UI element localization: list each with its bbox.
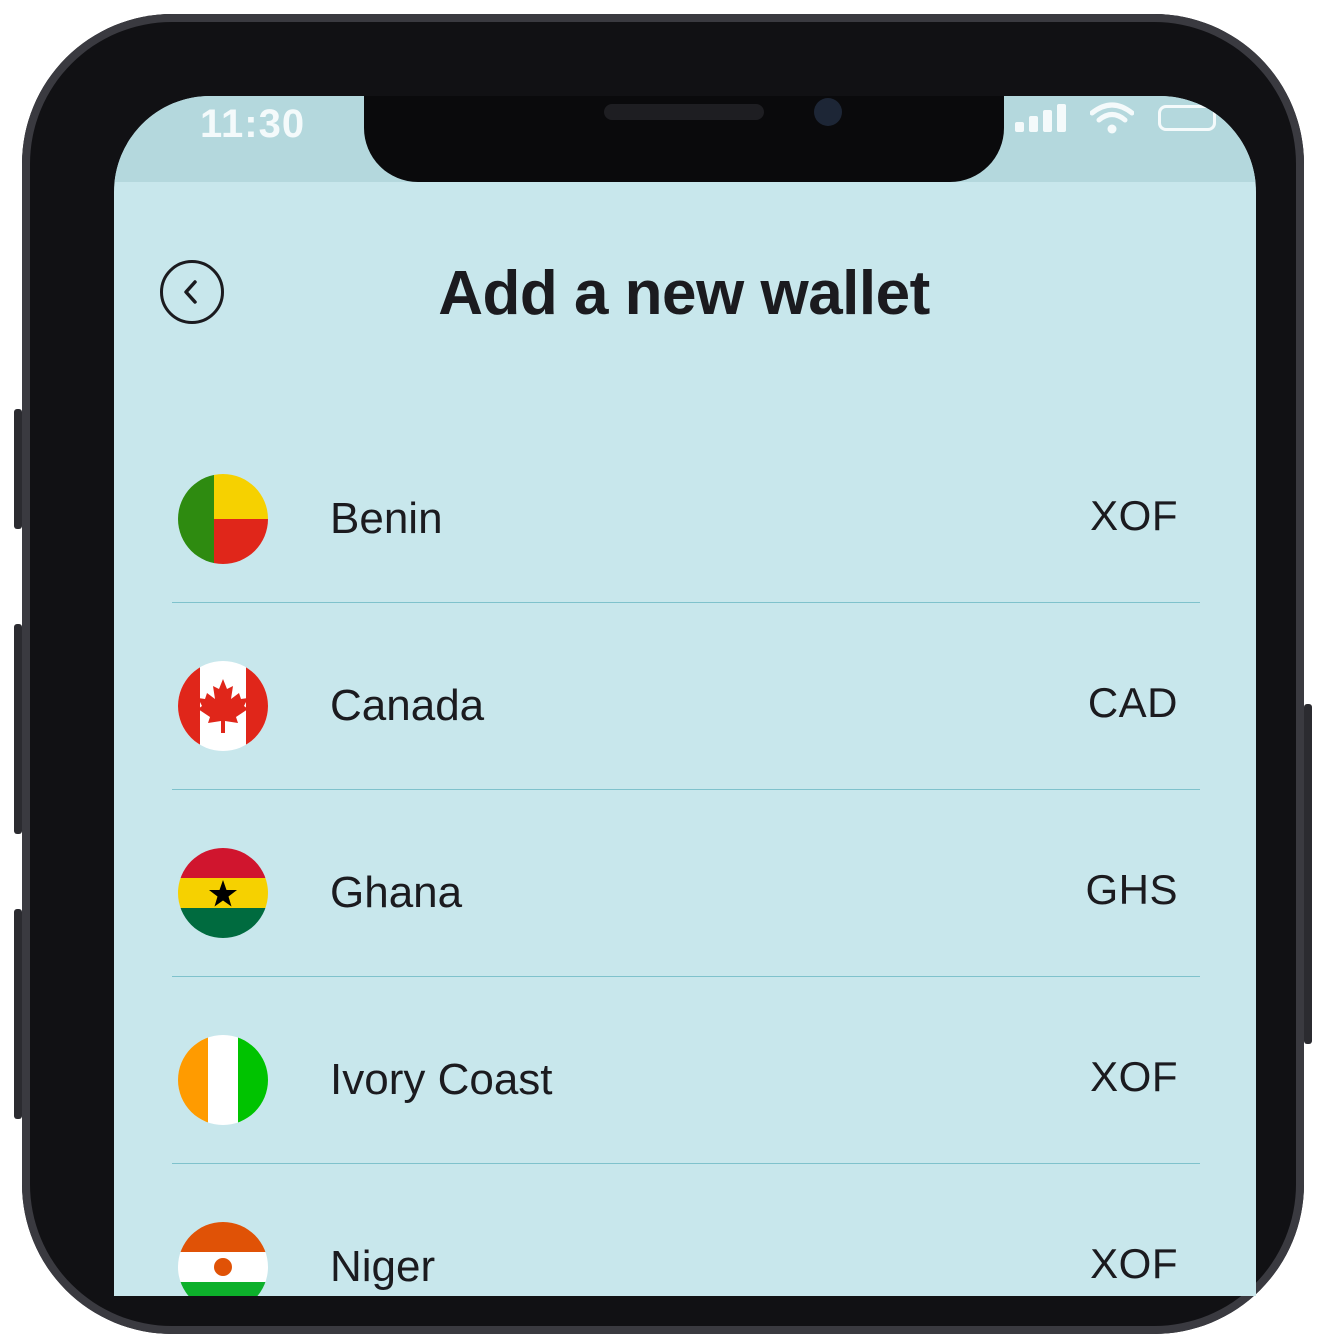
side-button	[14, 624, 22, 834]
country-name: Canada	[330, 681, 485, 730]
ivory-coast-flag-icon	[178, 1035, 268, 1125]
wifi-icon	[1090, 102, 1134, 134]
screen: 11:30 Add a new wallet Benin XOF Canada …	[114, 96, 1256, 1296]
wallet-row-ivory-coast[interactable]: Ivory Coast XOF	[172, 977, 1200, 1164]
side-button	[14, 409, 22, 529]
ghana-flag-icon	[178, 848, 268, 938]
country-name: Niger	[330, 1242, 436, 1291]
status-bar: 11:30	[114, 96, 1256, 182]
currency-code: XOF	[1090, 492, 1178, 539]
country-name: Ghana	[330, 868, 463, 917]
wallet-row-ghana[interactable]: Ghana GHS	[172, 790, 1200, 977]
camera	[814, 98, 842, 126]
status-time: 11:30	[200, 102, 306, 146]
canada-flag-icon	[178, 661, 268, 751]
wallet-row-niger[interactable]: Niger XOF	[172, 1164, 1200, 1296]
currency-code: XOF	[1090, 1240, 1178, 1287]
notch	[364, 96, 1004, 182]
side-button	[1304, 704, 1312, 1044]
currency-code: CAD	[1087, 679, 1178, 726]
country-name: Benin	[330, 494, 443, 543]
wallet-row-benin[interactable]: Benin XOF	[172, 416, 1200, 603]
page-title: Add a new wallet	[438, 259, 930, 328]
phone-frame: 11:30 Add a new wallet Benin XOF Canada …	[14, 14, 1312, 1334]
benin-flag-icon	[178, 474, 268, 564]
battery-icon	[1158, 105, 1216, 131]
wallet-row-canada[interactable]: Canada CAD	[172, 603, 1200, 790]
side-button	[14, 909, 22, 1119]
currency-code: XOF	[1090, 1053, 1178, 1100]
country-name: Ivory Coast	[330, 1055, 553, 1104]
speaker	[604, 104, 764, 120]
niger-flag-icon	[178, 1222, 268, 1296]
status-icons	[1015, 102, 1216, 134]
wallet-list: Benin XOF Canada CAD Ghana GHS Ivory Coa…	[172, 416, 1200, 1296]
header: Add a new wallet	[114, 246, 1256, 346]
signal-icon	[1015, 104, 1066, 132]
currency-code: GHS	[1085, 866, 1178, 913]
